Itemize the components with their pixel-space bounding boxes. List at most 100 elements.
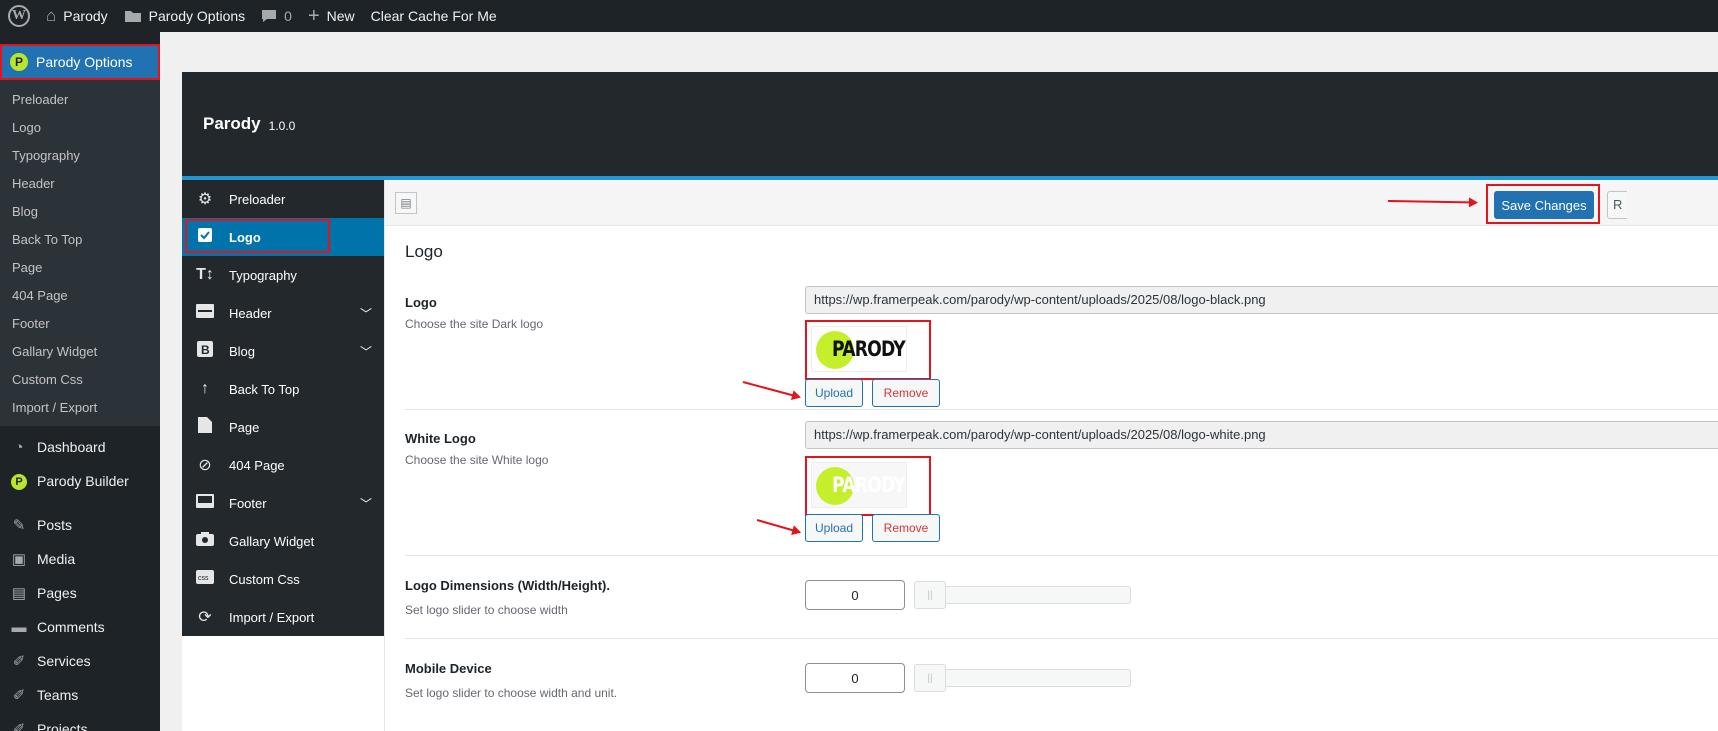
submenu-item-import-export[interactable]: Import / Export <box>0 394 160 422</box>
menu-item-dashboard[interactable]: ◔ Dashboard <box>0 430 160 464</box>
nav-item-gallary-widget[interactable]: Gallary Widget <box>182 522 384 560</box>
projects-icon: ✐ <box>12 721 26 731</box>
comment-icon: ▬ <box>11 618 27 636</box>
logo-preview: PARODY <box>805 320 931 380</box>
submenu-item-404-page[interactable]: 404 Page <box>0 282 160 310</box>
slider-handle[interactable]: || <box>914 664 946 692</box>
ban-icon: ⊘ <box>198 457 212 474</box>
save-changes-button[interactable]: Save Changes <box>1494 191 1594 219</box>
logo-url-input[interactable]: https://wp.framerpeak.com/parody/wp-cont… <box>805 286 1718 314</box>
menu-item-posts[interactable]: ✎ Posts <box>0 508 160 542</box>
clear-cache-link[interactable]: Clear Cache For Me <box>363 0 505 32</box>
submenu-item-logo[interactable]: Logo <box>0 114 160 142</box>
field-title: White Logo <box>405 431 476 446</box>
site-name-link[interactable]: ⌂ Parody <box>38 0 116 32</box>
dashboard-icon: ◔ <box>14 438 24 456</box>
nav-item-custom-css[interactable]: css Custom Css <box>182 560 384 598</box>
submenu-item-back-to-top[interactable]: Back To Top <box>0 226 160 254</box>
parody-options-label: Parody Options <box>148 8 246 24</box>
nav-item-label: Page <box>229 419 260 435</box>
field-mobile-device: Mobile Device Set logo slider to choose … <box>405 639 1718 731</box>
menu-item-media[interactable]: ▣ Media <box>0 542 160 576</box>
chevron-down-icon[interactable]: ﹀ <box>360 343 372 360</box>
save-highlight: Save Changes <box>1486 184 1600 224</box>
expand-toggle-button[interactable]: ▤ <box>395 192 417 214</box>
comments-link[interactable]: 0 <box>253 0 300 32</box>
nav-item-header[interactable]: Header ﹀ <box>182 294 384 332</box>
field-description: Choose the site White logo <box>405 453 549 467</box>
section-title: Logo <box>405 242 443 261</box>
nav-item-preloader[interactable]: ⚙ Preloader <box>182 180 384 218</box>
list-icon: ▤ <box>400 196 412 210</box>
gear-icon: ⚙ <box>197 191 213 208</box>
field-logo-dimensions: Logo Dimensions (Width/Height). Set logo… <box>405 556 1718 639</box>
menu-item-label: Teams <box>37 687 79 703</box>
nav-item-blog[interactable]: B Blog ﹀ <box>182 332 384 370</box>
annotation-arrow <box>1387 200 1477 204</box>
nav-item-import-export[interactable]: ⟳ Import / Export <box>182 598 384 636</box>
slider-handle[interactable]: || <box>914 581 946 609</box>
menu-item-pages[interactable]: ▤ Pages <box>0 576 160 610</box>
menu-item-label: Services <box>37 653 91 669</box>
comment-icon <box>261 9 277 23</box>
nav-item-label: Header <box>229 305 272 321</box>
new-content-link[interactable]: + New <box>300 0 363 32</box>
arrow-up-icon: ↑ <box>201 380 209 397</box>
svg-text:B: B <box>201 343 210 357</box>
menu-item-label: Posts <box>37 517 73 533</box>
submenu-item-gallary-widget[interactable]: Gallary Widget <box>0 338 160 366</box>
annotation-arrow <box>756 519 800 534</box>
chevron-down-icon[interactable]: ﹀ <box>360 305 372 322</box>
mobile-width-input[interactable]: 0 <box>805 663 905 693</box>
site-name-label: Parody <box>63 8 108 24</box>
white-logo-upload-button[interactable]: Upload <box>805 514 863 542</box>
chevron-down-icon[interactable]: ﹀ <box>360 495 372 512</box>
white-logo-url-input[interactable]: https://wp.framerpeak.com/parody/wp-cont… <box>805 421 1718 449</box>
parody-options-link[interactable]: Parody Options <box>116 0 254 32</box>
submenu-item-preloader[interactable]: Preloader <box>0 86 160 114</box>
logo-remove-button[interactable]: Remove <box>872 379 940 407</box>
parody-options-submenu: Preloader Logo Typography Header Blog Ba… <box>0 80 160 426</box>
submenu-item-typography[interactable]: Typography <box>0 142 160 170</box>
footer-icon <box>195 493 215 513</box>
options-panel: Parody 1.0.0 ⚙ Preloader Logo T↕ Typogra… <box>182 72 1718 731</box>
admin-bar: W ⌂ Parody Parody Options 0 + New Clear … <box>0 0 1718 32</box>
nav-item-page[interactable]: Page <box>182 408 384 446</box>
menu-item-label: Pages <box>37 585 77 601</box>
menu-item-parody-builder[interactable]: P Parody Builder <box>0 464 160 498</box>
field-description: Set logo slider to choose width <box>405 603 568 617</box>
nav-item-logo[interactable]: Logo <box>182 218 384 256</box>
mobile-width-slider[interactable]: || <box>914 664 1131 692</box>
home-icon: ⌂ <box>46 6 57 25</box>
nav-item-404-page[interactable]: ⊘ 404 Page <box>182 446 384 484</box>
logo-width-slider[interactable]: || <box>914 581 1131 609</box>
css-icon: css <box>195 569 215 589</box>
logo-preview-text: PARODY <box>832 473 906 497</box>
reset-button[interactable]: R <box>1607 191 1627 219</box>
submenu-item-page[interactable]: Page <box>0 254 160 282</box>
highlight-box <box>185 219 330 253</box>
services-icon: ✐ <box>12 653 26 670</box>
nav-item-back-to-top[interactable]: ↑ Back To Top <box>182 370 384 408</box>
nav-item-typography[interactable]: T↕ Typography <box>182 256 384 294</box>
menu-item-teams[interactable]: ✐ Teams <box>0 678 160 712</box>
white-logo-remove-button[interactable]: Remove <box>872 514 940 542</box>
page-icon <box>195 416 215 438</box>
camera-icon <box>195 531 215 551</box>
options-toolbar: ▤ Save Changes R <box>385 180 1718 226</box>
submenu-item-footer[interactable]: Footer <box>0 310 160 338</box>
logo-width-input[interactable]: 0 <box>805 580 905 610</box>
comments-count: 0 <box>284 8 292 24</box>
nav-item-footer[interactable]: Footer ﹀ <box>182 484 384 522</box>
submenu-item-custom-css[interactable]: Custom Css <box>0 366 160 394</box>
logo-upload-button[interactable]: Upload <box>805 379 863 407</box>
menu-item-projects[interactable]: ✐ Projects <box>0 712 160 731</box>
media-icon: ▣ <box>11 551 27 568</box>
menu-item-parody-options[interactable]: P Parody Options <box>0 44 160 80</box>
menu-item-services[interactable]: ✐ Services <box>0 644 160 678</box>
submenu-item-blog[interactable]: Blog <box>0 198 160 226</box>
wp-logo-menu[interactable]: W <box>0 0 38 32</box>
submenu-item-header[interactable]: Header <box>0 170 160 198</box>
field-logo: Logo Choose the site Dark logo https://w… <box>405 276 1718 410</box>
menu-item-comments[interactable]: ▬ Comments <box>0 610 160 644</box>
